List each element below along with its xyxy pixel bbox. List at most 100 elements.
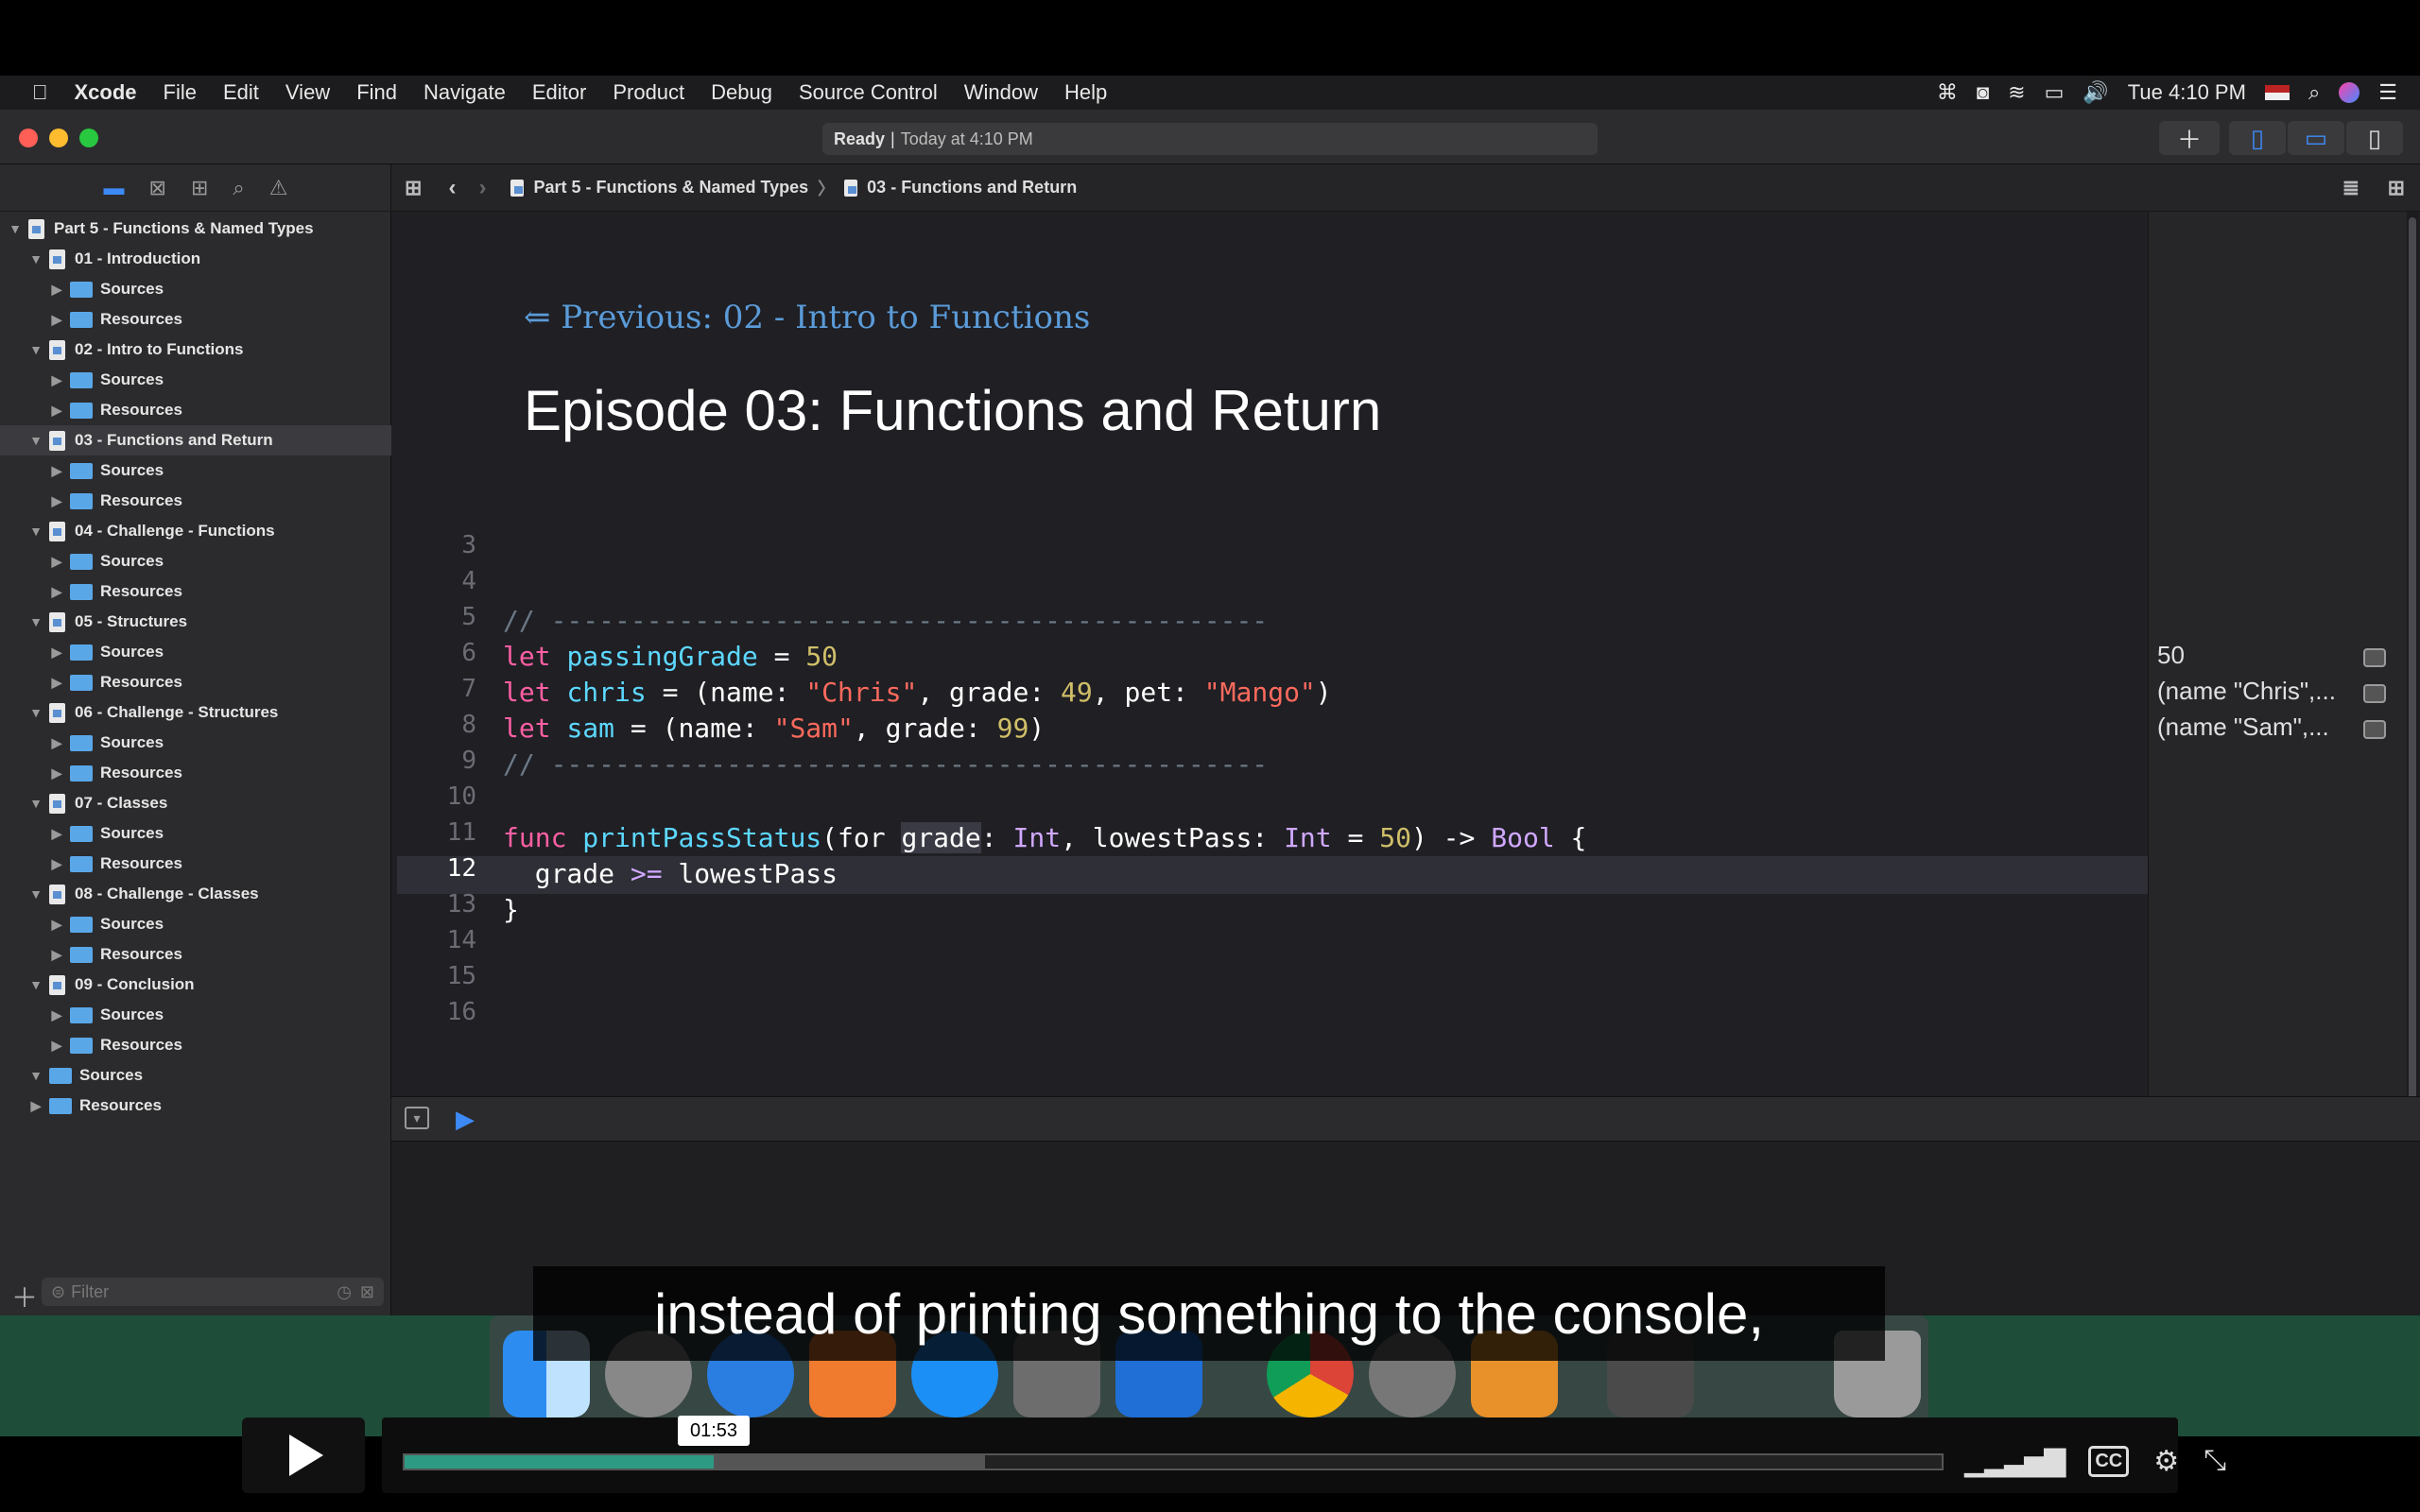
- tree-item-folder[interactable]: ▶ Resources: [0, 395, 391, 425]
- menu-clock[interactable]: Tue 4:10 PM: [2128, 80, 2246, 105]
- apple-icon[interactable]: : [0, 80, 61, 105]
- filter-field[interactable]: ⊜ Filter ◷ ⊠: [42, 1278, 384, 1306]
- disclosure-closed-icon[interactable]: ▶: [49, 917, 64, 933]
- settings-gear-icon[interactable]: ⚙: [2153, 1445, 2179, 1478]
- quick-look-button[interactable]: [2363, 684, 2386, 703]
- source-control-icon[interactable]: ⊠: [149, 176, 166, 200]
- disclosure-closed-icon[interactable]: ▶: [49, 403, 64, 419]
- disclosure-closed-icon[interactable]: ▶: [49, 554, 64, 570]
- disclosure-open-icon[interactable]: ▼: [28, 796, 43, 811]
- disclosure-open-icon[interactable]: ▼: [28, 342, 43, 357]
- toggle-inspector-button[interactable]: ▯: [2346, 121, 2403, 155]
- siri-icon[interactable]: [2339, 82, 2360, 103]
- back-button[interactable]: ‹: [448, 175, 456, 201]
- disclosure-closed-icon[interactable]: ▶: [49, 1007, 64, 1023]
- disclosure-open-icon[interactable]: ▼: [8, 221, 23, 236]
- zoom-window-button[interactable]: [79, 129, 98, 147]
- hide-debug-area-icon[interactable]: ▾: [405, 1107, 429, 1129]
- tree-item-page[interactable]: ▼ 03 - Functions and Return: [0, 425, 391, 455]
- tree-item-folder[interactable]: ▼ Sources: [0, 1060, 391, 1091]
- add-library-button[interactable]: ＋: [2159, 121, 2220, 155]
- run-playground-icon[interactable]: ▶: [456, 1105, 475, 1134]
- tree-item-folder[interactable]: ▶ Resources: [0, 939, 391, 970]
- volume-icon[interactable]: 🔊: [2083, 80, 2108, 105]
- symbol-navigator-icon[interactable]: ⊞: [191, 176, 208, 200]
- code-line-13[interactable]: }: [503, 894, 519, 925]
- tree-item-page[interactable]: ▼ 09 - Conclusion: [0, 970, 391, 1000]
- code-line-7[interactable]: let chris = (name: "Chris", grade: 49, p…: [503, 677, 1332, 708]
- editor-options-icon[interactable]: ≣: [2342, 176, 2360, 200]
- breadcrumb-page[interactable]: 03 - Functions and Return: [867, 178, 1077, 198]
- tree-item-folder[interactable]: ▶ Sources: [0, 728, 391, 758]
- quick-look-button[interactable]: [2363, 648, 2386, 667]
- add-file-icon[interactable]: ＋: [11, 1278, 38, 1315]
- volume-icon[interactable]: ▁▂▃▅▇: [1964, 1445, 2066, 1478]
- disclosure-open-icon[interactable]: ▼: [28, 886, 43, 902]
- add-editor-icon[interactable]: ⊞: [2388, 176, 2405, 200]
- disclosure-closed-icon[interactable]: ▶: [49, 282, 64, 298]
- folder-icon[interactable]: ▬: [104, 176, 125, 200]
- warning-icon[interactable]: ⚠: [269, 176, 288, 200]
- tree-item-folder[interactable]: ▶ Sources: [0, 455, 391, 486]
- disclosure-closed-icon[interactable]: ▶: [49, 584, 64, 600]
- disclosure-open-icon[interactable]: ▼: [28, 1068, 43, 1083]
- play-button[interactable]: [242, 1418, 365, 1493]
- disclosure-closed-icon[interactable]: ▶: [49, 463, 64, 479]
- closed-captions-button[interactable]: CC: [2088, 1445, 2130, 1477]
- menu-editor[interactable]: Editor: [519, 80, 599, 105]
- tree-item-folder[interactable]: ▶ Sources: [0, 546, 391, 576]
- related-items-icon[interactable]: ⊞: [405, 176, 422, 200]
- search-icon[interactable]: ⌕: [233, 176, 244, 200]
- tree-item-folder[interactable]: ▶ Resources: [0, 1091, 391, 1121]
- disclosure-closed-icon[interactable]: ▶: [49, 372, 64, 388]
- menu-find[interactable]: Find: [343, 80, 410, 105]
- disclosure-closed-icon[interactable]: ▶: [49, 312, 64, 328]
- disclosure-closed-icon[interactable]: ▶: [49, 765, 64, 782]
- spotlight-search-icon[interactable]: ⌕: [2308, 80, 2320, 105]
- recent-files-icon[interactable]: ◷: [337, 1282, 352, 1302]
- tree-item-page[interactable]: ▼ 02 - Intro to Functions: [0, 335, 391, 365]
- menu-product[interactable]: Product: [599, 80, 698, 105]
- disclosure-closed-icon[interactable]: ▶: [49, 735, 64, 751]
- disclosure-open-icon[interactable]: ▼: [28, 433, 43, 448]
- airplay-icon[interactable]: ▭: [2045, 80, 2065, 105]
- disclosure-closed-icon[interactable]: ▶: [28, 1098, 43, 1114]
- code-line-11[interactable]: func printPassStatus(for grade: Int, low…: [503, 822, 1586, 853]
- wifi-icon[interactable]: ≋: [2008, 80, 2025, 105]
- disclosure-closed-icon[interactable]: ▶: [49, 826, 64, 842]
- command-icon[interactable]: ⌘: [1937, 80, 1958, 105]
- tree-item-page[interactable]: ▼ 07 - Classes: [0, 788, 391, 818]
- tree-item-folder[interactable]: ▶ Sources: [0, 1000, 391, 1030]
- disclosure-open-icon[interactable]: ▼: [28, 524, 43, 539]
- menu-help[interactable]: Help: [1051, 80, 1120, 105]
- tree-item-page[interactable]: ▼ 06 - Challenge - Structures: [0, 697, 391, 728]
- tree-item-page[interactable]: ▼ 08 - Challenge - Classes: [0, 879, 391, 909]
- tree-item-page[interactable]: ▼ 01 - Introduction: [0, 244, 391, 274]
- disclosure-closed-icon[interactable]: ▶: [49, 493, 64, 509]
- toggle-navigator-button[interactable]: ▯: [2229, 121, 2286, 155]
- code-line-8[interactable]: let sam = (name: "Sam", grade: 99): [503, 713, 1045, 744]
- disclosure-closed-icon[interactable]: ▶: [49, 1038, 64, 1054]
- toggle-debug-area-button[interactable]: ▭: [2288, 121, 2344, 155]
- tree-item-folder[interactable]: ▶ Resources: [0, 758, 391, 788]
- close-window-button[interactable]: [19, 129, 38, 147]
- menu-edit[interactable]: Edit: [210, 80, 272, 105]
- tree-item-folder[interactable]: ▶ Sources: [0, 637, 391, 667]
- forward-button[interactable]: ›: [478, 175, 486, 201]
- disclosure-open-icon[interactable]: ▼: [28, 977, 43, 992]
- tree-item-folder[interactable]: ▶ Sources: [0, 365, 391, 395]
- menu-file[interactable]: File: [150, 80, 210, 105]
- tree-item-folder[interactable]: ▶ Resources: [0, 1030, 391, 1060]
- code-line-5[interactable]: // -------------------------------------…: [503, 605, 1268, 636]
- tree-item-page[interactable]: ▼ 05 - Structures: [0, 607, 391, 637]
- tree-item-folder[interactable]: ▶ Sources: [0, 818, 391, 849]
- tree-item-folder[interactable]: ▶ Resources: [0, 667, 391, 697]
- menu-debug[interactable]: Debug: [698, 80, 786, 105]
- code-line-9[interactable]: // -------------------------------------…: [503, 748, 1268, 780]
- disclosure-closed-icon[interactable]: ▶: [49, 675, 64, 691]
- notification-center-icon[interactable]: ☰: [2378, 80, 2397, 105]
- breadcrumb-project[interactable]: Part 5 - Functions & Named Types: [533, 178, 808, 198]
- menu-source-control[interactable]: Source Control: [786, 80, 951, 105]
- menu-navigate[interactable]: Navigate: [410, 80, 519, 105]
- minimize-window-button[interactable]: [49, 129, 68, 147]
